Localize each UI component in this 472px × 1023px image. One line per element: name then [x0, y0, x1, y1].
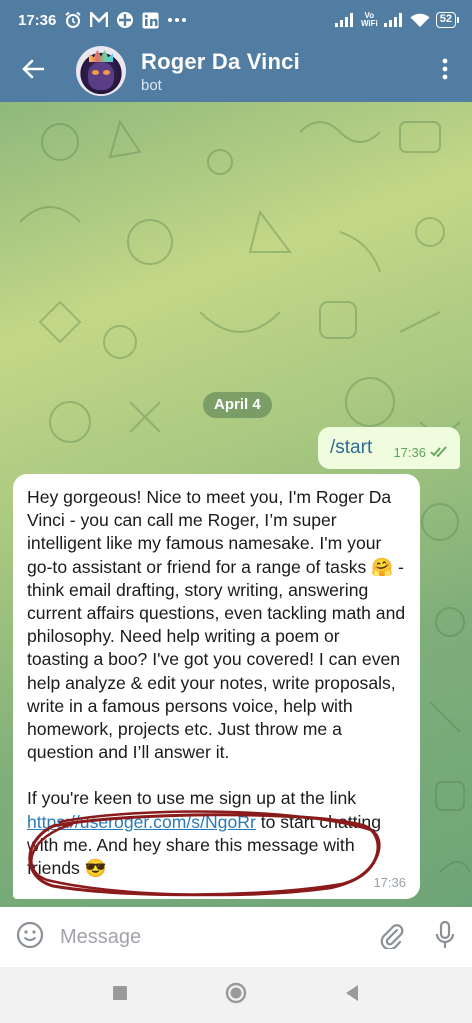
volte-label: Vo WiFi: [361, 12, 378, 28]
signal-icon: [334, 13, 355, 27]
linkedin-icon: [142, 12, 159, 29]
nav-recents-button[interactable]: [105, 980, 135, 1010]
status-bar: 17:36 Vo WiFi 52: [0, 0, 472, 40]
avatar[interactable]: [76, 46, 126, 96]
nav-recents-icon: [112, 985, 128, 1006]
emoji-button[interactable]: [0, 907, 60, 967]
signal-icon: [383, 13, 404, 27]
back-arrow-icon: [22, 59, 45, 84]
system-nav-bar: [0, 967, 472, 1023]
message-input[interactable]: [60, 925, 364, 949]
outgoing-message-meta: 17:36: [393, 437, 448, 460]
double-check-icon: [430, 445, 448, 460]
attach-button[interactable]: [364, 907, 418, 967]
menu-button[interactable]: [418, 40, 472, 102]
message-input-bar: [0, 907, 472, 967]
m-app-icon: [90, 12, 109, 28]
battery-icon: 52: [435, 12, 460, 28]
nav-back-button[interactable]: [337, 980, 367, 1010]
microphone-icon: [434, 920, 456, 955]
outgoing-message-text: /start: [330, 437, 373, 458]
nav-back-icon: [344, 984, 360, 1007]
emoji-icon: [16, 921, 44, 954]
avatar-eye: [92, 70, 99, 75]
chat-subtitle: bot: [141, 76, 162, 94]
status-time: 17:36: [18, 11, 57, 29]
nav-home-button[interactable]: [221, 980, 251, 1010]
microphone-button[interactable]: [418, 907, 472, 967]
app-icon: [116, 11, 134, 29]
volte-bottom: WiFi: [360, 19, 378, 28]
message-paragraph: If you're keen to use me sign up at the …: [27, 787, 406, 880]
nav-home-icon: [224, 981, 248, 1010]
date-chip: April 4: [203, 392, 272, 418]
chat-info[interactable]: Roger Da Vinci bot: [141, 49, 300, 94]
avatar-face: [88, 62, 114, 90]
incoming-message-time: 17:36: [373, 874, 406, 890]
message-paragraph: Hey gorgeous! Nice to meet you, I'm Roge…: [27, 487, 406, 763]
more-dots-icon: [167, 17, 187, 23]
wifi-icon: [410, 13, 430, 28]
message-gap: [27, 764, 406, 787]
avatar-crown: [89, 50, 113, 62]
outgoing-message-time: 17:36: [393, 444, 426, 460]
alarm-icon: [64, 11, 82, 29]
signup-link[interactable]: https://useroger.com/s/NgoRr: [27, 812, 256, 832]
paperclip-icon: [378, 921, 404, 954]
incoming-message[interactable]: Hey gorgeous! Nice to meet you, I'm Roge…: [13, 474, 420, 899]
avatar-eye: [103, 70, 110, 75]
chat-header: Roger Da Vinci bot: [0, 40, 472, 102]
back-button[interactable]: [0, 40, 66, 102]
chat-title: Roger Da Vinci: [141, 48, 300, 74]
outgoing-message[interactable]: /start 17:36: [318, 427, 460, 469]
message-text: If you're keen to use me sign up at the …: [27, 788, 357, 809]
kebab-menu-icon: [442, 58, 448, 85]
chat-area[interactable]: April 4 /start 17:36 Hey gorgeous! Nice …: [0, 102, 472, 907]
